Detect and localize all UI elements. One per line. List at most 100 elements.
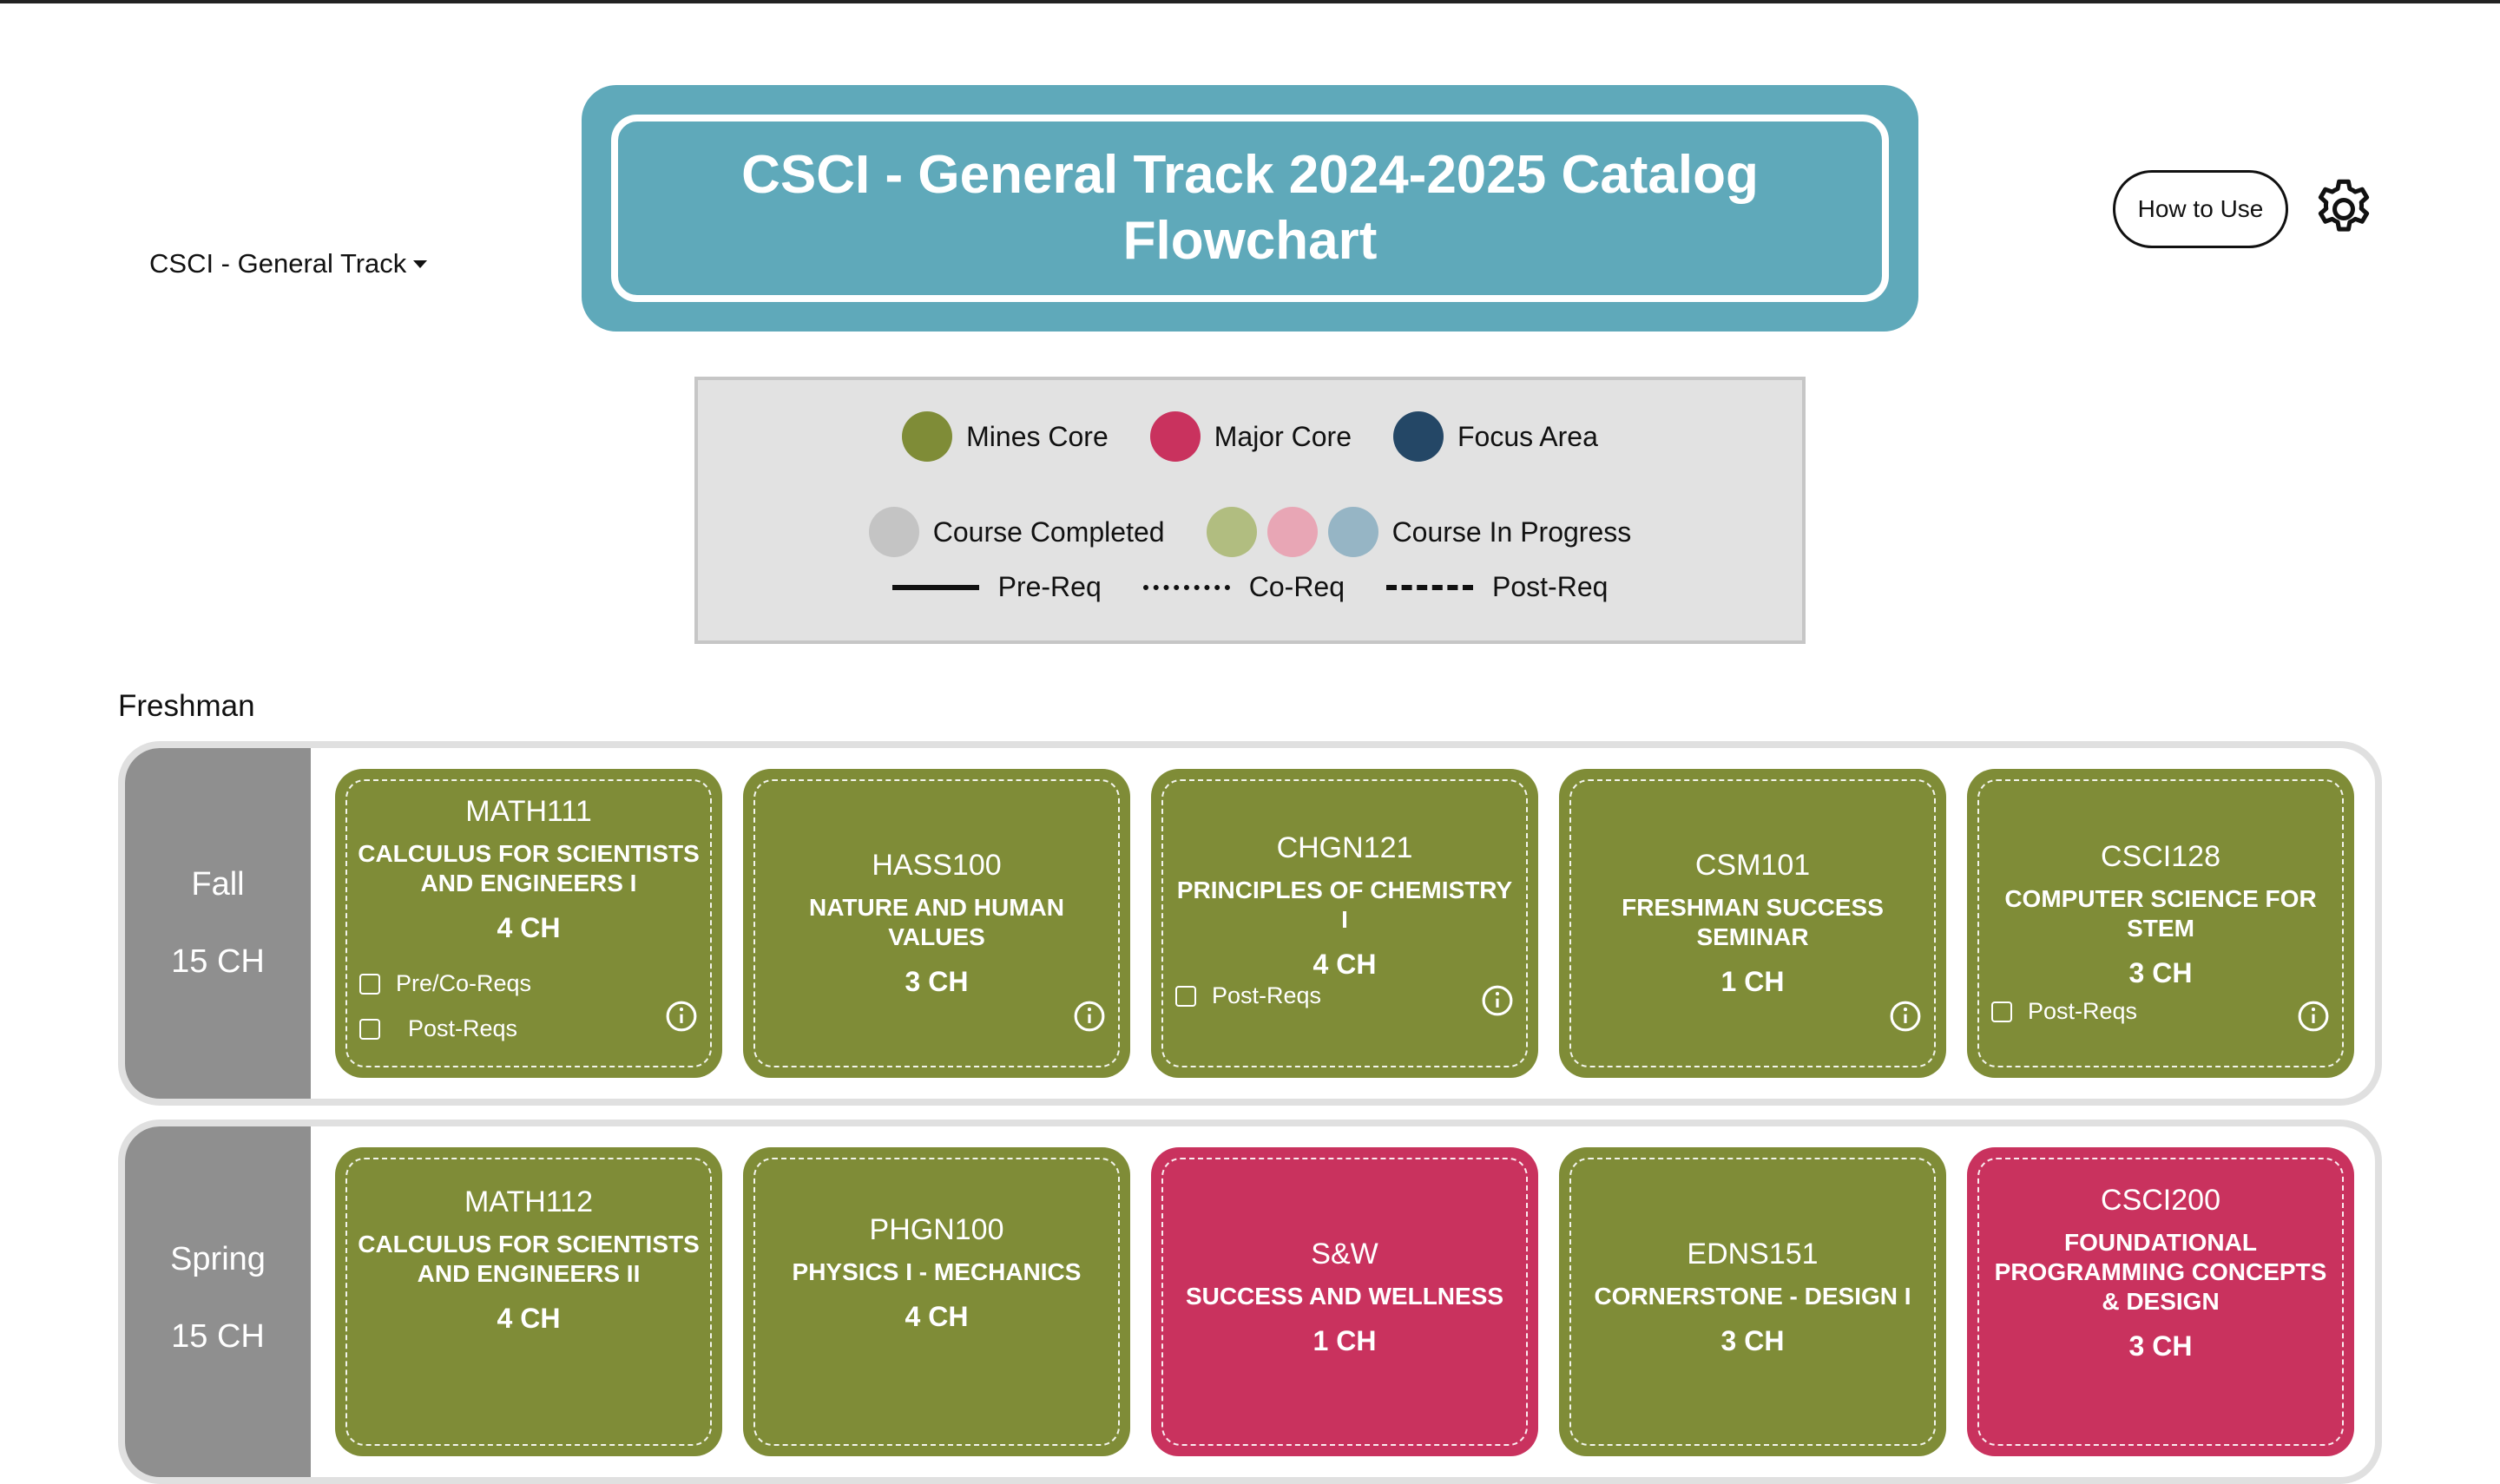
mines-core-swatch [902,411,953,462]
legend-prereq: Pre-Req [891,571,1102,603]
course-name: CALCULUS FOR SCIENTISTS AND ENGINEERS I [358,840,700,896]
course-code: CSM101 [1694,849,1811,882]
legend-label: Mines Core [966,420,1109,452]
course-credits: 4 CH [497,1303,561,1334]
legend-coreq: Co-Req [1142,571,1345,603]
dashed-line-icon [1386,584,1474,590]
semester-credits: 15 CH [171,1318,265,1355]
year-heading: Freshman [118,689,255,723]
in-progress-swatch-blue [1327,507,1378,557]
checkbox-label: Post-Reqs [408,1015,518,1041]
gear-icon[interactable] [2311,176,2377,242]
course-card[interactable]: CHGN121 PRINCIPLES OF CHEMISTRY I 4 CH P… [1151,769,1538,1078]
course-credits: 4 CH [497,912,561,943]
course-credits: 3 CH [905,966,969,997]
legend: Mines Core Major Core Focus Area Course … [694,377,1806,644]
legend-postreq: Post-Req [1386,571,1608,603]
page-title: CSCI - General Track 2024-2025 Catalog F… [611,115,1889,302]
legend-category-row: Mines Core Major Core Focus Area [698,411,1802,462]
legend-label: Pre-Req [997,571,1102,602]
track-dropdown-label: CSCI - General Track [149,248,407,279]
info-icon[interactable] [1073,1000,1106,1033]
legend-focus-area: Focus Area [1393,411,1598,462]
course-name: FOUNDATIONAL PROGRAMMING CONCEPTS & DESI… [1994,1229,2327,1315]
checkbox-icon [1991,1001,2012,1022]
solid-line-icon [891,584,979,590]
course-card[interactable]: MATH111 CALCULUS FOR SCIENTISTS AND ENGI… [335,769,722,1078]
chevron-down-icon [413,259,428,268]
course-card[interactable]: CSCI200 FOUNDATIONAL PROGRAMMING CONCEPT… [1967,1147,2354,1456]
course-code: MATH112 [464,1185,593,1218]
course-card[interactable]: PHGN100 PHYSICS I - MECHANICS 4 CH [743,1147,1130,1456]
postreq-checkbox[interactable]: Post-Reqs [359,1015,517,1042]
legend-label: Course In Progress [1391,515,1632,548]
semester-side: Spring 15 CH [125,1126,311,1477]
course-card[interactable]: S&W SUCCESS AND WELLNESS 1 CH [1151,1147,1538,1456]
course-card[interactable]: HASS100 NATURE AND HUMAN VALUES 3 CH [743,769,1130,1078]
legend-label: Post-Req [1492,571,1609,602]
legend-status-row: Course Completed Course In Progress [698,507,1802,557]
course-name: SUCCESS AND WELLNESS [1185,1283,1504,1310]
checkbox-label: Post-Reqs [2028,998,2138,1024]
in-progress-swatch-pink [1266,507,1318,557]
legend-in-progress: Course In Progress [1206,507,1632,557]
course-credits: 1 CH [1720,966,1785,997]
title-banner: CSCI - General Track 2024-2025 Catalog F… [582,85,1918,332]
postreq-checkbox[interactable]: Post-Reqs [1175,982,1321,1009]
info-icon[interactable] [1889,1000,1922,1033]
how-to-use-button[interactable]: How to Use [2113,170,2288,248]
dotted-line-icon [1142,584,1230,590]
semester-credits: 15 CH [171,943,265,980]
completed-swatch [868,507,919,557]
checkbox-icon [1175,985,1196,1007]
course-name: CORNERSTONE - DESIGN I [1594,1283,1911,1310]
course-credits: 1 CH [1312,1325,1377,1356]
semester-fall: Fall 15 CH MATH111 CALCULUS FOR SCIENTIS… [118,741,2382,1106]
course-code: MATH111 [465,795,592,828]
legend-label: Focus Area [1457,420,1598,452]
legend-mines-core: Mines Core [902,411,1109,462]
legend-lines-row: Pre-Req Co-Req Post-Req [698,571,1802,603]
course-code: PHGN100 [869,1213,1004,1246]
semester-name: Fall [191,866,245,903]
semester-side: Fall 15 CH [125,748,311,1099]
course-name: COMPUTER SCIENCE FOR STEM [2004,885,2317,942]
course-name: PRINCIPLES OF CHEMISTRY I [1176,877,1513,933]
info-icon[interactable] [1481,984,1514,1017]
prereq-checkbox[interactable]: Pre/Co-Reqs [359,970,531,997]
checkbox-icon [359,1018,380,1040]
course-credits: 3 CH [2128,1330,2193,1362]
semester-name: Spring [170,1241,266,1277]
focus-area-swatch [1393,411,1444,462]
postreq-checkbox[interactable]: Post-Reqs [1991,998,2137,1025]
course-credits: 3 CH [1720,1325,1785,1356]
course-code: S&W [1311,1238,1378,1271]
checkbox-icon [359,973,380,995]
legend-completed: Course Completed [868,507,1165,557]
course-card[interactable]: MATH112 CALCULUS FOR SCIENTISTS AND ENGI… [335,1147,722,1456]
course-code: CSCI200 [2101,1184,2220,1217]
checkbox-label: Pre/Co-Reqs [396,970,532,996]
major-core-swatch [1149,411,1201,462]
course-name: PHYSICS I - MECHANICS [792,1258,1082,1285]
course-code: CSCI128 [2101,840,2220,873]
course-name: FRESHMAN SUCCESS SEMINAR [1622,894,1884,950]
in-progress-swatch-green [1206,507,1257,557]
course-name: NATURE AND HUMAN VALUES [809,894,1064,950]
course-card[interactable]: EDNS151 CORNERSTONE - DESIGN I 3 CH [1559,1147,1946,1456]
course-code: CHGN121 [1276,831,1413,864]
legend-major-core: Major Core [1149,411,1352,462]
course-name: CALCULUS FOR SCIENTISTS AND ENGINEERS II [358,1231,700,1287]
checkbox-label: Post-Reqs [1212,982,1322,1008]
course-card[interactable]: CSCI128 COMPUTER SCIENCE FOR STEM 3 CH P… [1967,769,2354,1078]
course-card[interactable]: CSM101 FRESHMAN SUCCESS SEMINAR 1 CH [1559,769,1946,1078]
info-icon[interactable] [2297,1000,2330,1033]
legend-label: Major Core [1214,420,1352,452]
course-code: HASS100 [872,849,1002,882]
track-dropdown[interactable]: CSCI - General Track [149,248,428,279]
course-code: EDNS151 [1687,1238,1819,1271]
legend-label: Course Completed [932,515,1165,548]
course-credits: 3 CH [2128,957,2193,988]
course-credits: 4 CH [905,1301,969,1332]
info-icon[interactable] [665,1000,698,1033]
